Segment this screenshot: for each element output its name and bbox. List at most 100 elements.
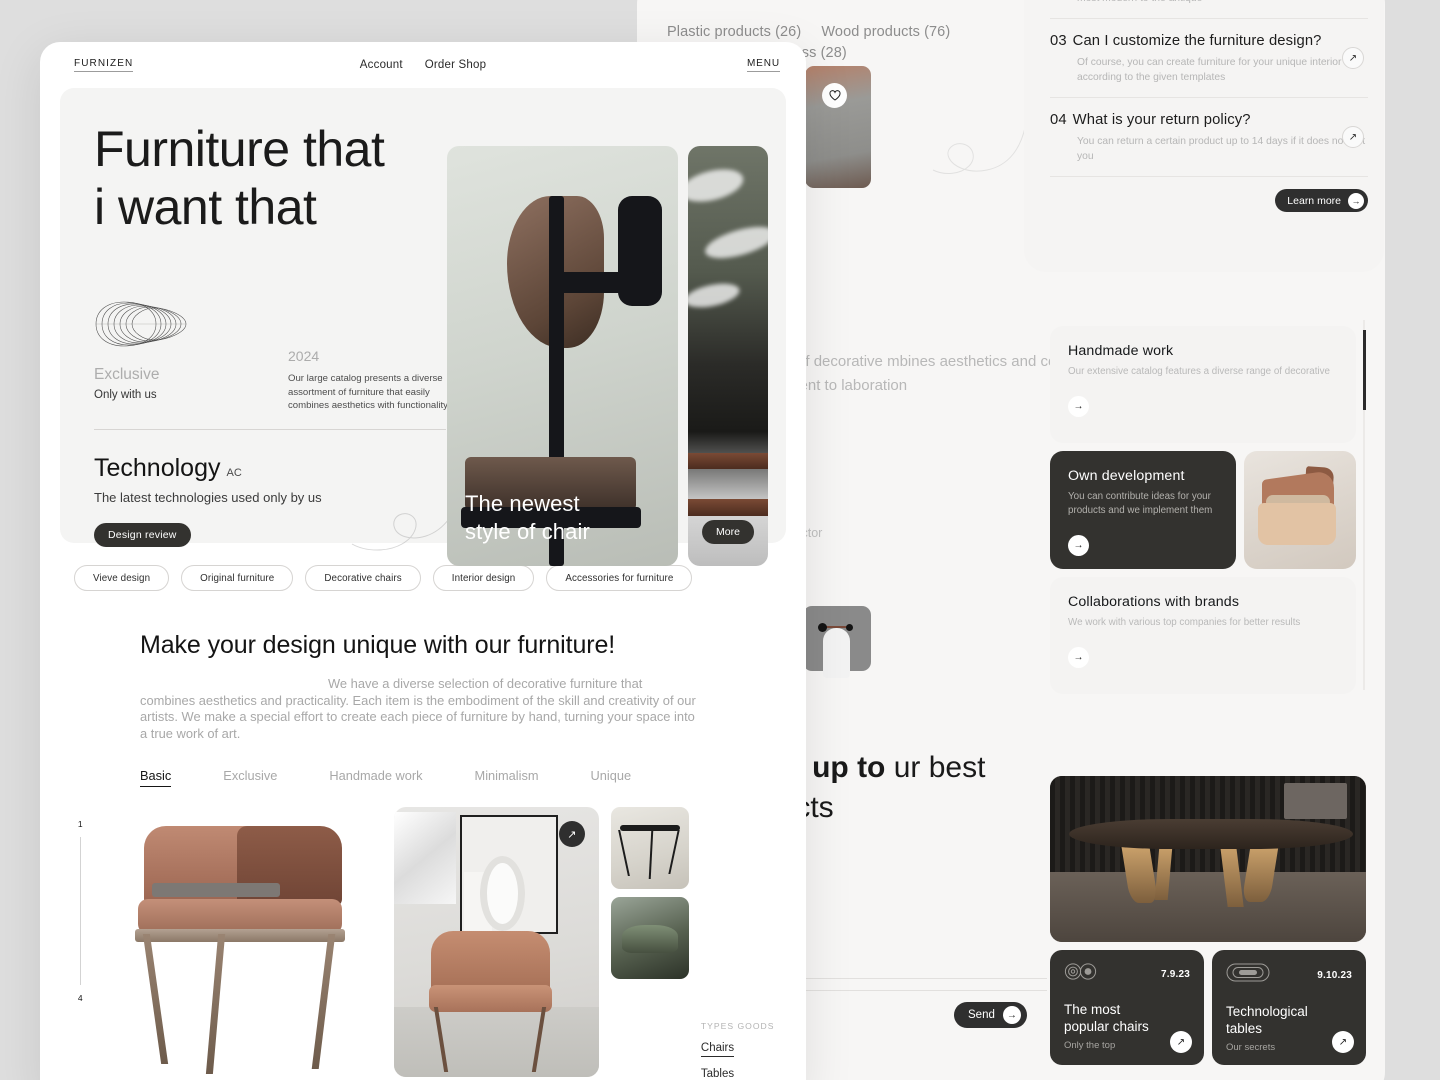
feature-card-own-development[interactable]: Own development You can contribute ideas… xyxy=(1050,451,1236,569)
blog-heading-part2: ur best xyxy=(885,751,986,784)
scrollbar-thumb[interactable] xyxy=(1363,330,1366,410)
arrow-right-icon[interactable]: → xyxy=(1068,396,1089,417)
faq-answer: We have many different methods of furnit… xyxy=(1077,0,1368,6)
tab-basic[interactable]: Basic xyxy=(140,768,172,787)
arrow-right-icon[interactable]: → xyxy=(1068,535,1089,556)
arrow-up-right-icon[interactable]: ↗ xyxy=(1332,1031,1354,1053)
filter-tag[interactable]: Plastic products (26) xyxy=(667,22,801,43)
main-panel: FURNIZEN Account Order Shop MENU Furnitu… xyxy=(40,42,806,1080)
learn-more-label: Learn more xyxy=(1287,194,1341,207)
design-review-button[interactable]: Design review xyxy=(94,523,191,547)
arrow-up-right-icon[interactable]: ↗ xyxy=(1170,1031,1192,1053)
menu-button[interactable]: MENU xyxy=(746,58,780,72)
technology-block: Technology AC The latest technologies us… xyxy=(94,454,322,547)
feature-title: Collaborations with brands xyxy=(1068,594,1240,610)
nav-link-order-shop[interactable]: Order Shop xyxy=(425,59,486,71)
product-main-image[interactable] xyxy=(98,807,382,1077)
tab-unique[interactable]: Unique xyxy=(591,768,632,787)
feature-row: Own development You can contribute ideas… xyxy=(1050,451,1356,569)
arrow-right-icon: → xyxy=(1002,1006,1021,1024)
hero-title-line1: Furniture that xyxy=(94,121,385,177)
faq-question: 03 Can I customize the furniture design? xyxy=(1050,33,1368,49)
heart-icon[interactable] xyxy=(822,83,847,108)
learn-more-button[interactable]: Learn more → xyxy=(1275,189,1368,212)
blog-card-date: 9.10.23 xyxy=(1317,969,1352,981)
filter-tag[interactable]: Wood products (76) xyxy=(821,22,950,43)
feature-card-collaborations[interactable]: Collaborations with brands We work with … xyxy=(1050,577,1356,694)
send-button-label: Send xyxy=(968,1009,995,1021)
type-tables[interactable]: Tables xyxy=(701,1068,786,1080)
product-showcase: 1 4 ↗ TYPES GOODS Chairs Tables xyxy=(40,787,806,1080)
hero-exclusive-sub: Only with us xyxy=(94,389,157,401)
slide-current: 1 xyxy=(77,819,83,829)
faq-item[interactable]: 03 Can I customize the furniture design? … xyxy=(1050,18,1368,97)
navbar: FURNIZEN Account Order Shop MENU xyxy=(40,42,806,88)
arrow-up-right-icon[interactable]: ↗ xyxy=(558,821,585,847)
faq-item[interactable]: 02How is your furniture made? We have ma… xyxy=(1050,0,1368,18)
hero-year: 2024 xyxy=(288,348,320,364)
gallery-main-image[interactable]: ↗ xyxy=(394,807,599,1077)
screen: Plastic products (26) Wood products (76)… xyxy=(0,0,1440,1080)
section-heading: Make your design unique with our furnitu… xyxy=(140,631,616,659)
arrow-right-icon: → xyxy=(1348,192,1364,209)
faq-question-text: Can I customize the furniture design? xyxy=(1072,33,1322,49)
thumbnail-side-table[interactable] xyxy=(610,807,689,889)
arrow-right-icon[interactable]: → xyxy=(1068,647,1089,668)
tab-exclusive[interactable]: Exclusive xyxy=(223,768,277,787)
gallery-thumbnails xyxy=(610,807,689,979)
technology-superscript: AC xyxy=(226,467,242,479)
blog-card-row: 7.9.23 The most popular chairs Only the … xyxy=(1050,950,1366,1065)
chip-accessories-for-furniture[interactable]: Accessories for furniture xyxy=(546,565,693,591)
logo[interactable]: FURNIZEN xyxy=(74,58,134,72)
blog-section: 7.9.23 The most popular chairs Only the … xyxy=(1050,776,1366,1065)
hero-exclusive-block: Exclusive Only with us xyxy=(94,366,159,401)
hero-image-group: The newest style of chair More xyxy=(447,146,768,566)
faq-answer: You can return a certain product up to 1… xyxy=(1077,136,1366,162)
technology-title-row: Technology AC xyxy=(94,454,322,483)
slide-total: 4 xyxy=(77,993,83,1003)
feature-card-handmade-work[interactable]: Handmade work Our extensive catalog feat… xyxy=(1050,326,1356,443)
section-intro: Make your design unique with our furnitu… xyxy=(40,591,806,787)
hero-caption-line1: The newest xyxy=(465,491,580,516)
hero-description: Our large catalog presents a diverse ass… xyxy=(288,373,448,411)
blog-card-technological-tables[interactable]: 9.10.23 Technological tables Our secrets… xyxy=(1212,950,1366,1065)
nav-link-account[interactable]: Account xyxy=(360,59,403,71)
chip-decorative-chairs[interactable]: Decorative chairs xyxy=(305,565,421,591)
type-chairs[interactable]: Chairs xyxy=(700,1042,735,1057)
types-goods-block: TYPES GOODS Chairs Tables xyxy=(700,807,786,1080)
arrow-up-right-icon[interactable]: ↗ xyxy=(1342,126,1364,148)
slide-track[interactable] xyxy=(79,837,81,985)
section-paragraph: We have a diverse selection of decorativ… xyxy=(140,676,696,741)
chip-vieve-design[interactable]: Vieve design xyxy=(74,565,170,591)
technology-title: Technology xyxy=(94,454,221,482)
hero-main-image[interactable]: The newest style of chair xyxy=(447,146,678,566)
send-button[interactable]: Send → xyxy=(954,1002,1027,1028)
arrow-up-right-icon[interactable]: ↗ xyxy=(1342,47,1364,69)
types-goods-label: TYPES GOODS xyxy=(700,1021,775,1031)
hero-exclusive-label: Exclusive xyxy=(94,366,160,383)
oval-rings-icon xyxy=(1226,963,1270,987)
faq-footer: Learn more → xyxy=(1050,176,1368,212)
blog-card-title: The most popular chairs xyxy=(1064,1002,1149,1034)
blog-card-title: Technological tables xyxy=(1226,1004,1308,1036)
blog-heading-em1: up to xyxy=(812,751,886,784)
blog-card-popular-chairs[interactable]: 7.9.23 The most popular chairs Only the … xyxy=(1050,950,1204,1065)
blog-hero-image[interactable] xyxy=(1050,776,1366,942)
faq-number: 03 xyxy=(1050,33,1067,49)
faq-item[interactable]: 04 What is your return policy? You can re… xyxy=(1050,97,1368,176)
more-button[interactable]: More xyxy=(702,520,754,544)
chip-interior-design[interactable]: Interior design xyxy=(432,565,535,591)
slide-indicator: 1 4 xyxy=(74,807,86,1003)
faq-panel: 02How is your furniture made? We have ma… xyxy=(1024,0,1384,272)
tab-handmade-work[interactable]: Handmade work xyxy=(329,768,422,787)
feature-title: Handmade work xyxy=(1068,343,1174,359)
hero-side-image[interactable]: More xyxy=(688,146,768,566)
hero-title-line2: i want that xyxy=(94,179,317,235)
thumbnail-green-chair[interactable] xyxy=(610,897,689,979)
hero-description-block: 2024 Our large catalog presents a divers… xyxy=(288,348,468,413)
divider xyxy=(94,429,446,430)
technology-subtitle: The latest technologies used only by us xyxy=(94,490,322,505)
tab-minimalism[interactable]: Minimalism xyxy=(475,768,539,787)
chip-original-furniture[interactable]: Original furniture xyxy=(181,565,294,591)
swirl-line-icon xyxy=(927,108,1037,203)
